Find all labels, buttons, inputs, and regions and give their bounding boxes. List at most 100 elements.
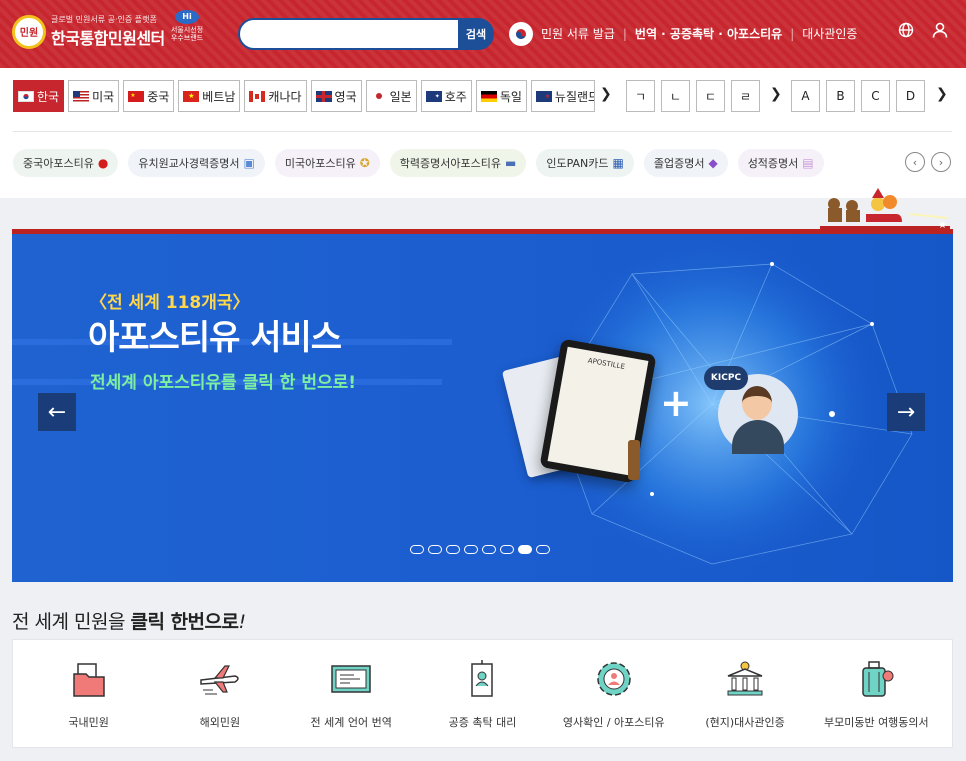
logo-badge-text: 민원 [19, 28, 39, 39]
country-tab-label: 미국 [92, 89, 115, 104]
service-domestic[interactable]: 국내민원 [29, 658, 149, 730]
service-label: 해외민원 [199, 715, 241, 729]
index-alpha-c[interactable]: C [861, 80, 890, 112]
plus-icon: + [660, 381, 692, 425]
user-icon[interactable] [932, 22, 948, 38]
index-alpha-b[interactable]: B [826, 80, 855, 112]
service-label: (현지)대사관인증 [705, 715, 785, 729]
country-next-arrow-icon[interactable]: ❯ [600, 86, 612, 102]
logo-tagline: 글로벌 민원서류 공·인증 플랫폼 [51, 15, 157, 24]
country-tab-uk[interactable]: 영국 [310, 80, 362, 112]
search-input[interactable] [254, 20, 454, 48]
banner-dot[interactable] [500, 545, 514, 554]
country-tab-vietnam[interactable]: ★ 베트남 [178, 80, 241, 112]
korea-flag-icon [18, 90, 34, 102]
chip-transcript[interactable]: 성적증명서 ▤ [737, 149, 824, 177]
christmas-sleigh-decoration: ★ [820, 184, 950, 231]
medal-icon: ✪ [359, 156, 370, 170]
hangul-next-arrow-icon[interactable]: ❯ [770, 86, 782, 102]
banner-next-button[interactable]: → [887, 393, 925, 431]
luggage-icon [862, 660, 894, 697]
country-tab-usa[interactable]: 미국 [68, 80, 120, 112]
chip-label: 학력증명서아포스티유 [399, 157, 501, 170]
chip-label: 중국아포스티유 [23, 157, 94, 170]
country-tab-australia[interactable]: ✦ 호주 [420, 80, 472, 112]
header-bar: 민원 글로벌 민원서류 공·인증 플랫폼 한국통합민원센터 Hi 서울시선정 우수… [0, 0, 966, 68]
graduation-icon: ▬ [504, 156, 517, 170]
airplane-icon [200, 664, 239, 694]
section-title-exclaim: ! [238, 611, 247, 633]
chip-kindergarten-career[interactable]: 유치원교사경력증명서 ▣ [128, 149, 265, 177]
chip-china-apostille[interactable]: 중국아포스티유 ● [13, 149, 119, 177]
banner-dot[interactable] [428, 545, 442, 554]
chip-graduation[interactable]: 졸업증명서 ◆ [643, 149, 728, 177]
translation-icon [331, 664, 371, 693]
banner-dot[interactable] [410, 545, 424, 554]
alpha-next-arrow-icon[interactable]: ❯ [936, 86, 948, 102]
svg-text:★: ★ [938, 220, 947, 230]
card-icon: ▦ [612, 156, 624, 170]
kicpc-badge: KICPC [704, 366, 748, 390]
service-label: 국내민원 [68, 715, 109, 729]
index-hangul-g[interactable]: ㄱ [626, 80, 655, 112]
country-tab-label: 베트남 [202, 89, 236, 104]
country-tab-china[interactable]: ★ 중국 [123, 80, 175, 112]
site-logo[interactable]: 민원 글로벌 민원서류 공·인증 플랫폼 한국통합민원센터 [12, 14, 165, 49]
chip-india-pan[interactable]: 인도PAN카드 ▦ [536, 149, 634, 177]
chip-label: 졸업증명서 [653, 157, 705, 170]
stamp-icon [628, 440, 640, 480]
banner-title: 아포스티유 서비스 [88, 318, 342, 358]
index-hangul-d[interactable]: ㄷ [696, 80, 725, 112]
banner-dot[interactable] [464, 545, 478, 554]
service-label: 전 세계 언어 번역 [310, 715, 392, 729]
canada-flag-icon [249, 90, 266, 102]
nav-translation-apostille[interactable]: 번역 · 공증촉탁 · 아포스티유 [635, 25, 782, 42]
service-travel-consent[interactable]: 부모미동반 여행동의서 [816, 658, 936, 730]
chip-next-button[interactable]: › [931, 152, 951, 172]
banner-dot[interactable] [446, 545, 460, 554]
country-tab-label: 일본 [389, 89, 412, 104]
globe-icon[interactable] [898, 22, 914, 38]
uk-flag-icon [315, 90, 332, 102]
service-overseas[interactable]: 해외민원 [160, 658, 280, 730]
country-tab-canada[interactable]: 캐나다 [244, 80, 307, 112]
index-alpha-d[interactable]: D [896, 80, 925, 112]
banner-prev-button[interactable]: ← [38, 393, 76, 431]
id-card-icon: ▣ [243, 156, 255, 170]
country-tab-label: 중국 [147, 89, 170, 104]
country-tab-japan[interactable]: 일본 [365, 80, 417, 112]
chip-education-apostille[interactable]: 학력증명서아포스티유 ▬ [389, 149, 527, 177]
country-tab-label: 뉴질랜드 [554, 89, 595, 104]
section-divider [13, 131, 952, 132]
section-title: 전 세계 민원을 클릭 한번으로! [12, 607, 246, 634]
chip-prev-button[interactable]: ‹ [905, 152, 925, 172]
search-button[interactable]: 검색 [458, 18, 494, 50]
banner-dot[interactable] [482, 545, 496, 554]
index-alpha-a[interactable]: A [791, 80, 820, 112]
country-tab-korea[interactable]: 한국 [13, 80, 65, 112]
nav-civil-docs[interactable]: 민원 서류 발급 [541, 25, 615, 42]
service-menu: 국내민원 해외민원 전 세계 언어 번역 공증 촉탁 대리 영사확인 / 아포스… [12, 639, 953, 748]
chip-label: 유치원교사경력증명서 [138, 157, 240, 170]
nav-separator: | [622, 26, 627, 41]
banner-pagination [410, 545, 550, 554]
banner-dot-active[interactable] [518, 545, 532, 554]
gear-person-icon [597, 661, 631, 696]
nav-embassy[interactable]: 대사관인증 [802, 25, 857, 42]
alpha-index: A B C D [791, 80, 925, 112]
country-tab-newzealand[interactable]: ★ 뉴질랜드 [530, 80, 595, 112]
service-notary[interactable]: 공증 촉탁 대리 [422, 658, 542, 730]
service-apostille[interactable]: 영사확인 / 아포스티유 [554, 658, 674, 730]
service-label: 부모미동반 여행동의서 [823, 715, 929, 729]
germany-flag-icon [480, 90, 497, 102]
banner-dot[interactable] [536, 545, 550, 554]
service-translation[interactable]: 전 세계 언어 번역 [291, 658, 411, 730]
index-hangul-n[interactable]: ㄴ [661, 80, 690, 112]
index-hangul-r[interactable]: ㄹ [731, 80, 760, 112]
service-embassy[interactable]: (현지)대사관인증 [685, 658, 805, 730]
search-box: 검색 [238, 18, 494, 50]
country-tab-germany[interactable]: 독일 [475, 80, 527, 112]
chip-usa-apostille[interactable]: 미국아포스티유 ✪ [274, 149, 380, 177]
china-flag-icon: ● [97, 156, 109, 170]
hero-banner[interactable]: 〈전 세계 118개국〉 아포스티유 서비스 전세계 아포스티유를 클릭 한 번… [12, 229, 953, 582]
